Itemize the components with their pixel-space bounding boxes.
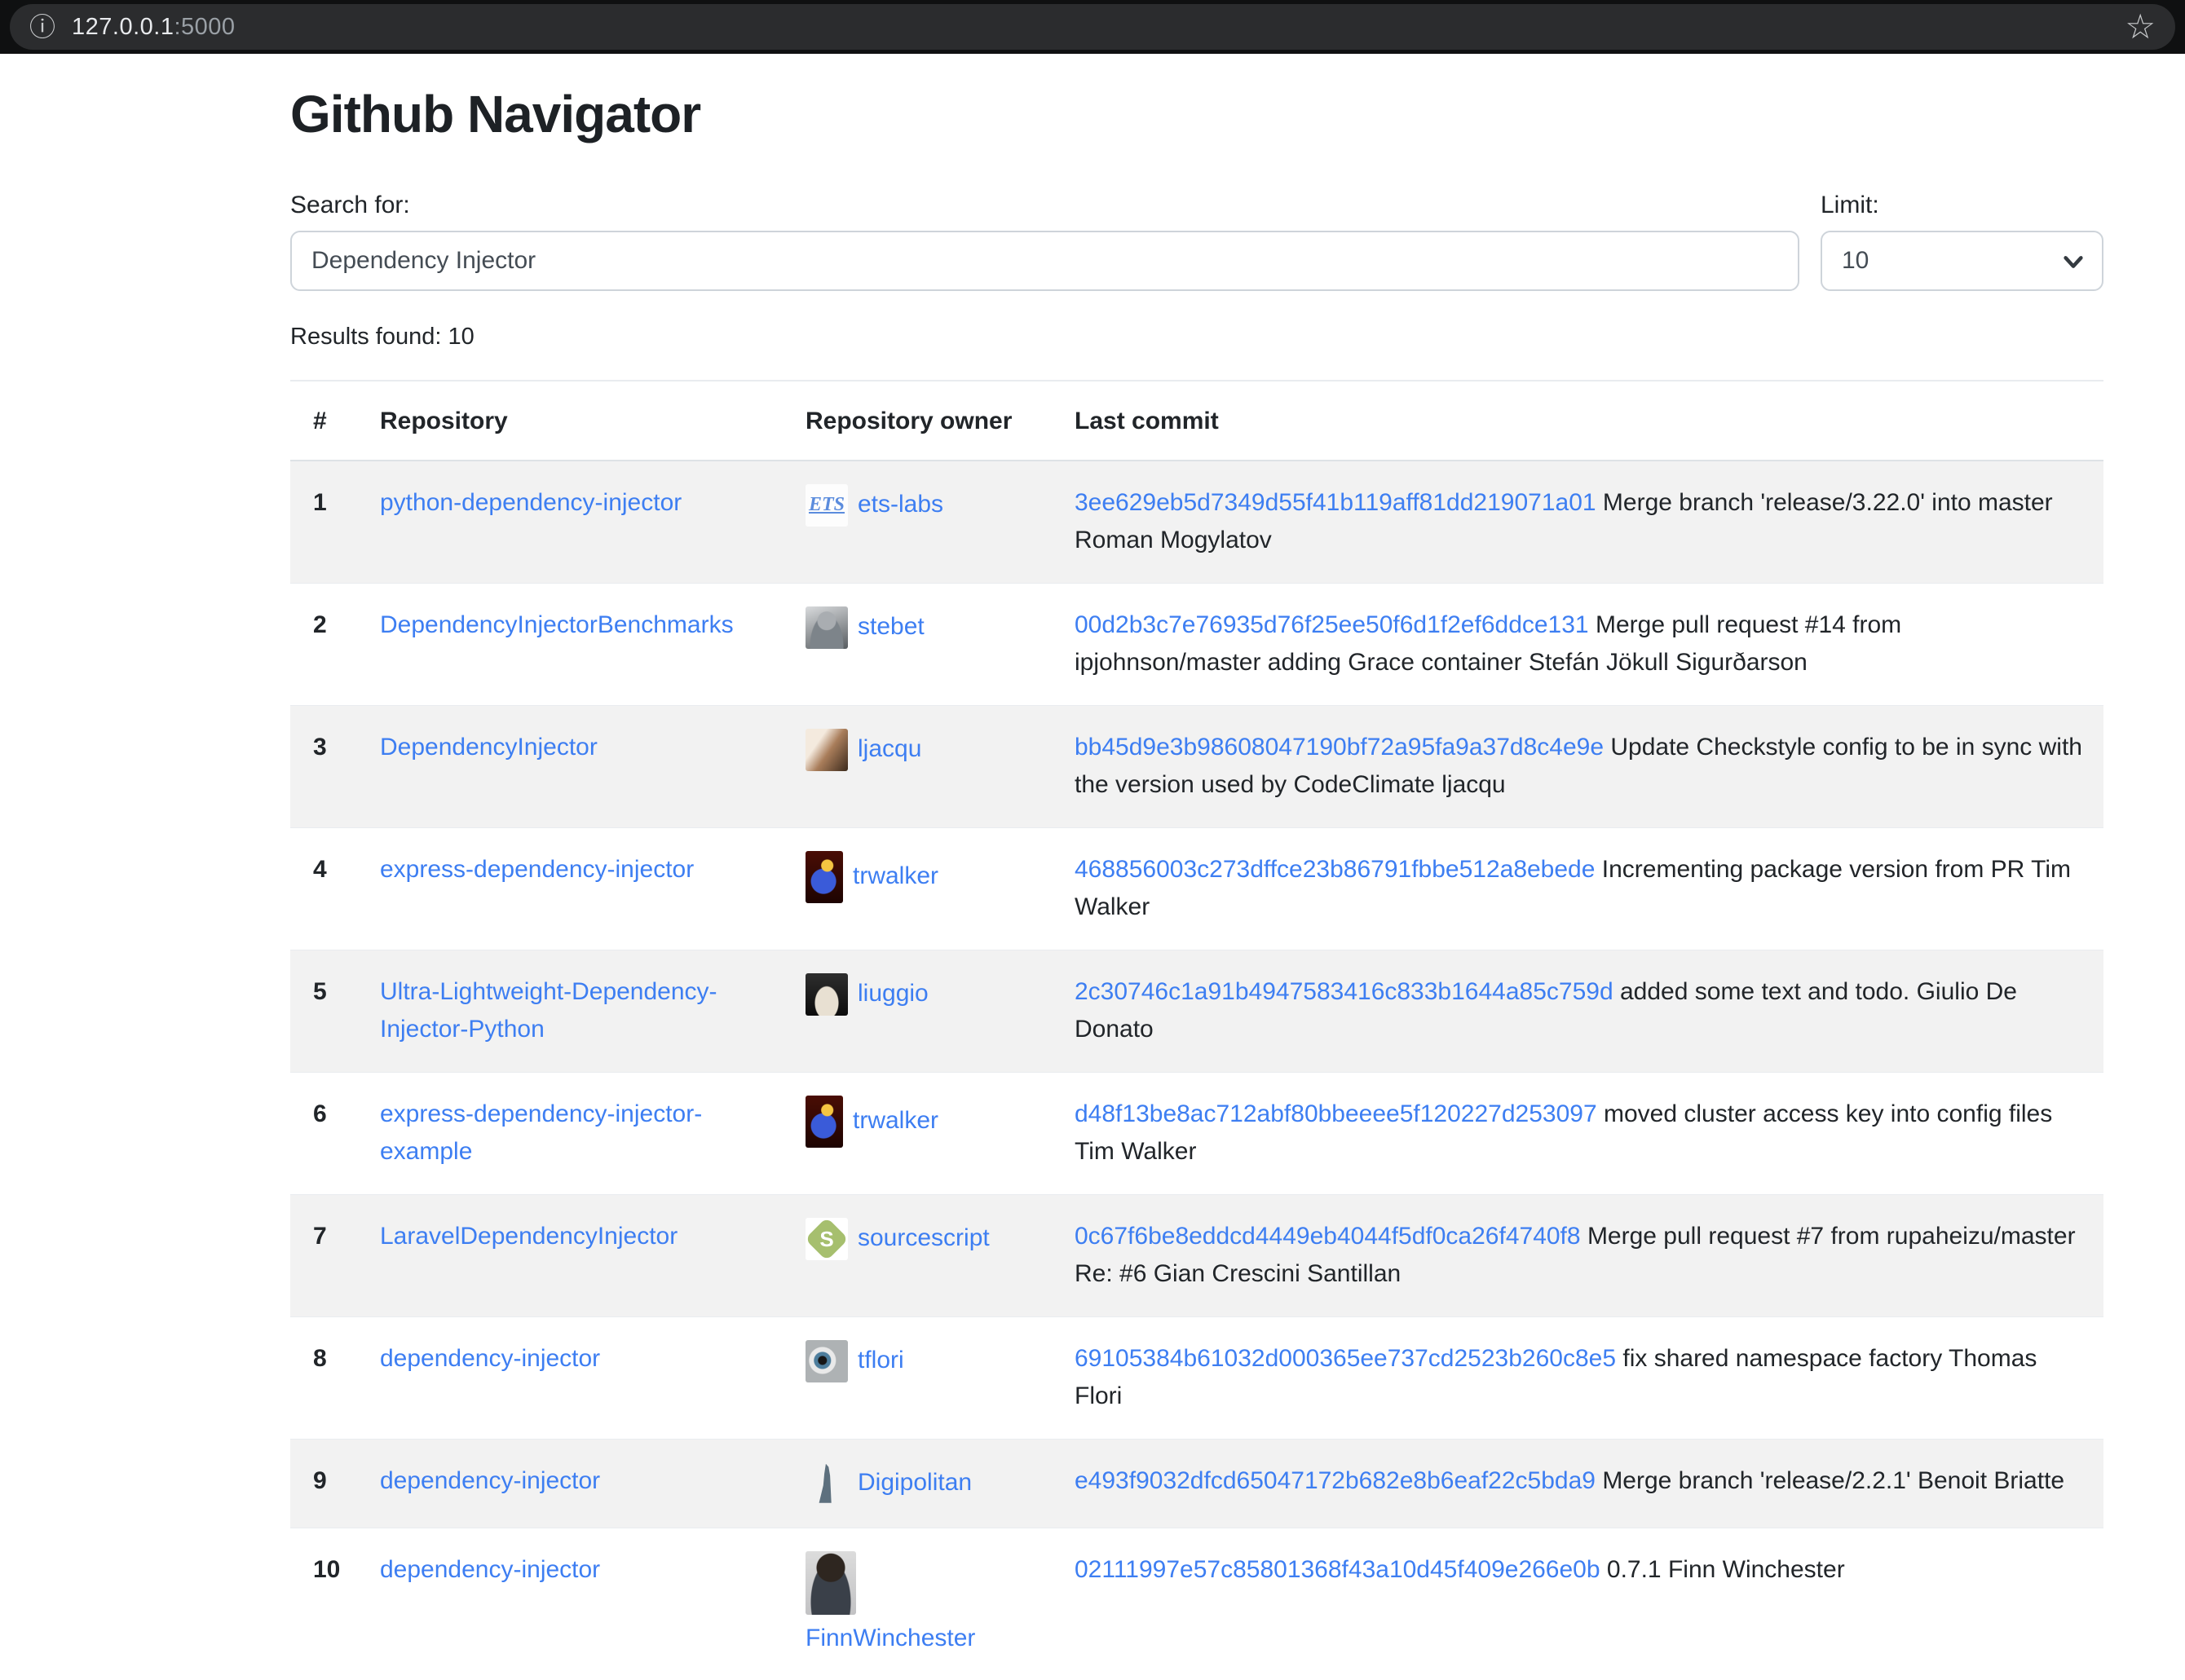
avatar-ljacqu	[806, 729, 848, 771]
owner-link[interactable]: Digipolitan	[858, 1469, 972, 1496]
table-row: 7 LaravelDependencyInjector Ssourcescrip…	[290, 1194, 2103, 1316]
results-tbody: 1 python-dependency-injector ETS ets-labs…	[290, 461, 2103, 1680]
repository-link[interactable]: DependencyInjectorBenchmarks	[380, 611, 734, 638]
owner-link[interactable]: ljacqu	[858, 735, 921, 762]
commit-hash-link[interactable]: bb45d9e3b98608047190bf72a95fa9a37d8c4e9e	[1075, 734, 1604, 761]
table-row: 6 express-dependency-injector-example tr…	[290, 1072, 2103, 1194]
avatar-tflori	[806, 1340, 848, 1382]
row-number: 1	[290, 461, 380, 584]
info-icon[interactable]: ⓘ	[29, 14, 55, 40]
limit-selected-value: 10	[1842, 247, 1869, 275]
commit-hash-link[interactable]: 00d2b3c7e76935d76f25ee50f6d1f2ef6ddce131	[1075, 611, 1589, 638]
row-number: 3	[290, 705, 380, 827]
avatar-digipolitan	[806, 1462, 848, 1505]
owner-link[interactable]: sourcescript	[858, 1224, 990, 1251]
commit-hash-link[interactable]: 69105384b61032d000365ee737cd2523b260c8e5	[1075, 1345, 1616, 1372]
row-number: 7	[290, 1194, 380, 1316]
row-number: 4	[290, 827, 380, 950]
row-number: 2	[290, 583, 380, 705]
table-row: 9 dependency-injector Digipolitan e493f9…	[290, 1439, 2103, 1528]
search-label: Search for:	[290, 192, 1799, 219]
owner-link[interactable]: tflori	[858, 1347, 904, 1374]
commit-message: Merge branch 'release/2.2.1' Benoit Bria…	[1602, 1467, 2064, 1494]
owner-link[interactable]: ets-labs	[858, 491, 943, 518]
repository-link[interactable]: python-dependency-injector	[380, 489, 682, 516]
page-title: Github Navigator	[290, 83, 2103, 146]
repository-link[interactable]: DependencyInjector	[380, 734, 598, 761]
avatar-finnwinchester	[806, 1551, 856, 1615]
commit-hash-link[interactable]: 468856003c273dffce23b86791fbbe512a8ebede	[1075, 856, 1595, 883]
owner-link[interactable]: trwalker	[853, 1107, 938, 1134]
url-port: :5000	[174, 14, 235, 40]
repository-link[interactable]: dependency-injector	[380, 1345, 600, 1372]
table-row: 5 Ultra-Lightweight-Dependency-Injector-…	[290, 950, 2103, 1072]
avatar-liuggio	[806, 973, 848, 1016]
repository-link[interactable]: dependency-injector	[380, 1467, 600, 1494]
limit-label: Limit:	[1821, 192, 2103, 219]
url-text: 127.0.0.1:5000	[72, 14, 236, 41]
row-number: 5	[290, 950, 380, 1072]
commit-hash-link[interactable]: 3ee629eb5d7349d55f41b119aff81dd219071a01	[1075, 489, 1596, 516]
owner-link[interactable]: stebet	[858, 613, 925, 640]
repository-link[interactable]: dependency-injector	[380, 1556, 600, 1583]
table-row: 8 dependency-injector tflori 69105384b61…	[290, 1316, 2103, 1439]
avatar-trwalker	[806, 851, 843, 903]
avatar-trwalker	[806, 1096, 843, 1148]
table-row: 1 python-dependency-injector ETS ets-labs…	[290, 461, 2103, 584]
column-header-owner: Repository owner	[806, 381, 1075, 461]
browser-toolbar: ⓘ 127.0.0.1:5000 ☆	[0, 0, 2185, 54]
avatar-logo-text: ETS	[806, 484, 848, 527]
commit-hash-link[interactable]: e493f9032dfcd65047172b682e8b6eaf22c5bda9	[1075, 1467, 1596, 1494]
repository-link[interactable]: express-dependency-injector	[380, 856, 694, 883]
results-table: # Repository Repository owner Last commi…	[290, 381, 2103, 1680]
table-header-row: # Repository Repository owner Last commi…	[290, 381, 2103, 461]
avatar-logo-text: S	[806, 1218, 848, 1260]
owner-link[interactable]: trwalker	[853, 862, 938, 889]
limit-select[interactable]: 10	[1821, 231, 2103, 291]
commit-hash-link[interactable]: 0c67f6be8eddcd4449eb4044f5df0ca26f4740f8	[1075, 1223, 1581, 1250]
row-number: 6	[290, 1072, 380, 1194]
search-form: Search for: Limit: 10	[290, 192, 2103, 291]
commit-hash-link[interactable]: d48f13be8ac712abf80bbeeee5f120227d253097	[1075, 1100, 1597, 1127]
avatar-sourcescript: S	[806, 1218, 848, 1260]
avatar-ets-labs: ETS	[806, 484, 848, 527]
page-content: Github Navigator Search for: Limit: 10 R…	[290, 83, 2103, 1680]
row-number: 8	[290, 1316, 380, 1439]
owner-link[interactable]: FinnWinchester	[806, 1625, 975, 1651]
repository-link[interactable]: Ultra-Lightweight-Dependency-Injector-Py…	[380, 978, 717, 1043]
repository-link[interactable]: express-dependency-injector-example	[380, 1100, 702, 1166]
column-header-commit: Last commit	[1075, 381, 2103, 461]
column-header-repository: Repository	[380, 381, 806, 461]
commit-hash-link[interactable]: 02111997e57c85801368f43a10d45f409e266e0b	[1075, 1556, 1600, 1583]
column-header-num: #	[290, 381, 380, 461]
table-row: 10 dependency-injector FinnWinchester 02…	[290, 1528, 2103, 1680]
table-row: 3 DependencyInjector ljacqu bb45d9e3b986…	[290, 705, 2103, 827]
commit-hash-link[interactable]: 2c30746c1a91b4947583416c833b1644a85c759d	[1075, 978, 1613, 1005]
avatar-stebet	[806, 606, 848, 649]
repository-link[interactable]: LaravelDependencyInjector	[380, 1223, 678, 1250]
url-bar[interactable]: ⓘ 127.0.0.1:5000 ☆	[10, 4, 2175, 50]
row-number: 10	[290, 1528, 380, 1680]
commit-message: 0.7.1 Finn Winchester	[1607, 1556, 1845, 1583]
chevron-down-icon	[2061, 249, 2086, 280]
row-number: 9	[290, 1439, 380, 1528]
table-row: 4 express-dependency-injector trwalker 4…	[290, 827, 2103, 950]
owner-link[interactable]: liuggio	[858, 980, 929, 1007]
results-summary: Results found: 10	[290, 324, 2103, 351]
search-input[interactable]	[290, 231, 1799, 291]
bookmark-star-icon[interactable]: ☆	[2125, 10, 2156, 44]
table-row: 2 DependencyInjectorBenchmarks stebet 00…	[290, 583, 2103, 705]
